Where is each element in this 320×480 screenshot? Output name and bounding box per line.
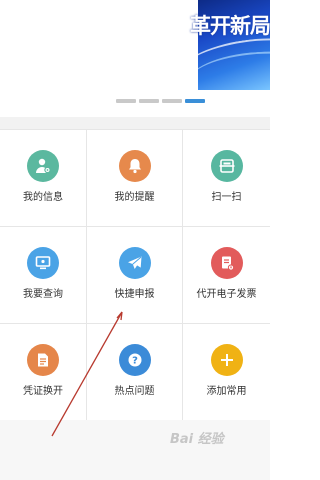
grid-item-scan[interactable]: 扫一扫 <box>183 130 270 227</box>
footer-area <box>0 420 270 480</box>
banner-pager <box>0 99 270 107</box>
app-screen: 革开新局 我的信息 我的提醒 扫一扫 我要查询 快捷申报 ¥ 代开电子发票 凭证… <box>0 0 270 480</box>
grid-item-quick-declare[interactable]: 快捷申报 <box>87 227 183 324</box>
section-separator <box>0 117 270 129</box>
document-icon <box>27 344 59 376</box>
grid-item-label: 添加常用 <box>206 386 247 397</box>
banner-text: 革开新局 <box>190 14 270 38</box>
bell-icon <box>118 150 151 182</box>
grid-item-label: 我的信息 <box>23 192 63 203</box>
grid-item-query[interactable]: 我要查询 <box>0 227 87 324</box>
grid-item-voucher-exchange[interactable]: 凭证换开 <box>0 324 87 421</box>
function-grid: 我的信息 我的提醒 扫一扫 我要查询 快捷申报 ¥ 代开电子发票 凭证换开 ? … <box>0 129 270 421</box>
grid-item-label: 代开电子发票 <box>196 289 257 300</box>
grid-item-my-reminders[interactable]: 我的提醒 <box>87 130 183 227</box>
grid-item-label: 快捷申报 <box>114 289 155 300</box>
paper-plane-icon <box>118 247 151 279</box>
watermark-logo: Bai 经验 <box>170 432 224 447</box>
pager-dot[interactable] <box>138 99 159 103</box>
pager-dot-active[interactable] <box>184 99 205 103</box>
monitor-icon <box>27 247 59 279</box>
svg-text:?: ? <box>132 356 138 367</box>
grid-item-hot-questions[interactable]: ? 热点问题 <box>87 324 183 421</box>
grid-item-add-favorite[interactable]: 添加常用 <box>183 324 270 421</box>
promo-banner[interactable]: 革开新局 <box>0 0 270 90</box>
question-icon: ? <box>118 344 151 376</box>
person-gear-icon <box>27 150 59 182</box>
grid-item-label: 我要查询 <box>23 289 63 300</box>
grid-item-label: 凭证换开 <box>23 386 63 397</box>
grid-item-label: 热点问题 <box>114 386 155 397</box>
grid-item-label: 扫一扫 <box>211 192 242 203</box>
grid-item-e-invoice[interactable]: ¥ 代开电子发票 <box>183 227 270 324</box>
grid-item-label: 我的提醒 <box>114 192 155 203</box>
invoice-icon: ¥ <box>210 247 243 279</box>
pager-dot[interactable] <box>161 99 182 103</box>
plus-icon <box>210 344 243 376</box>
grid-item-my-info[interactable]: 我的信息 <box>0 130 87 227</box>
pager-dot[interactable] <box>115 99 136 103</box>
scan-icon <box>210 150 243 182</box>
svg-text:¥: ¥ <box>229 265 232 270</box>
